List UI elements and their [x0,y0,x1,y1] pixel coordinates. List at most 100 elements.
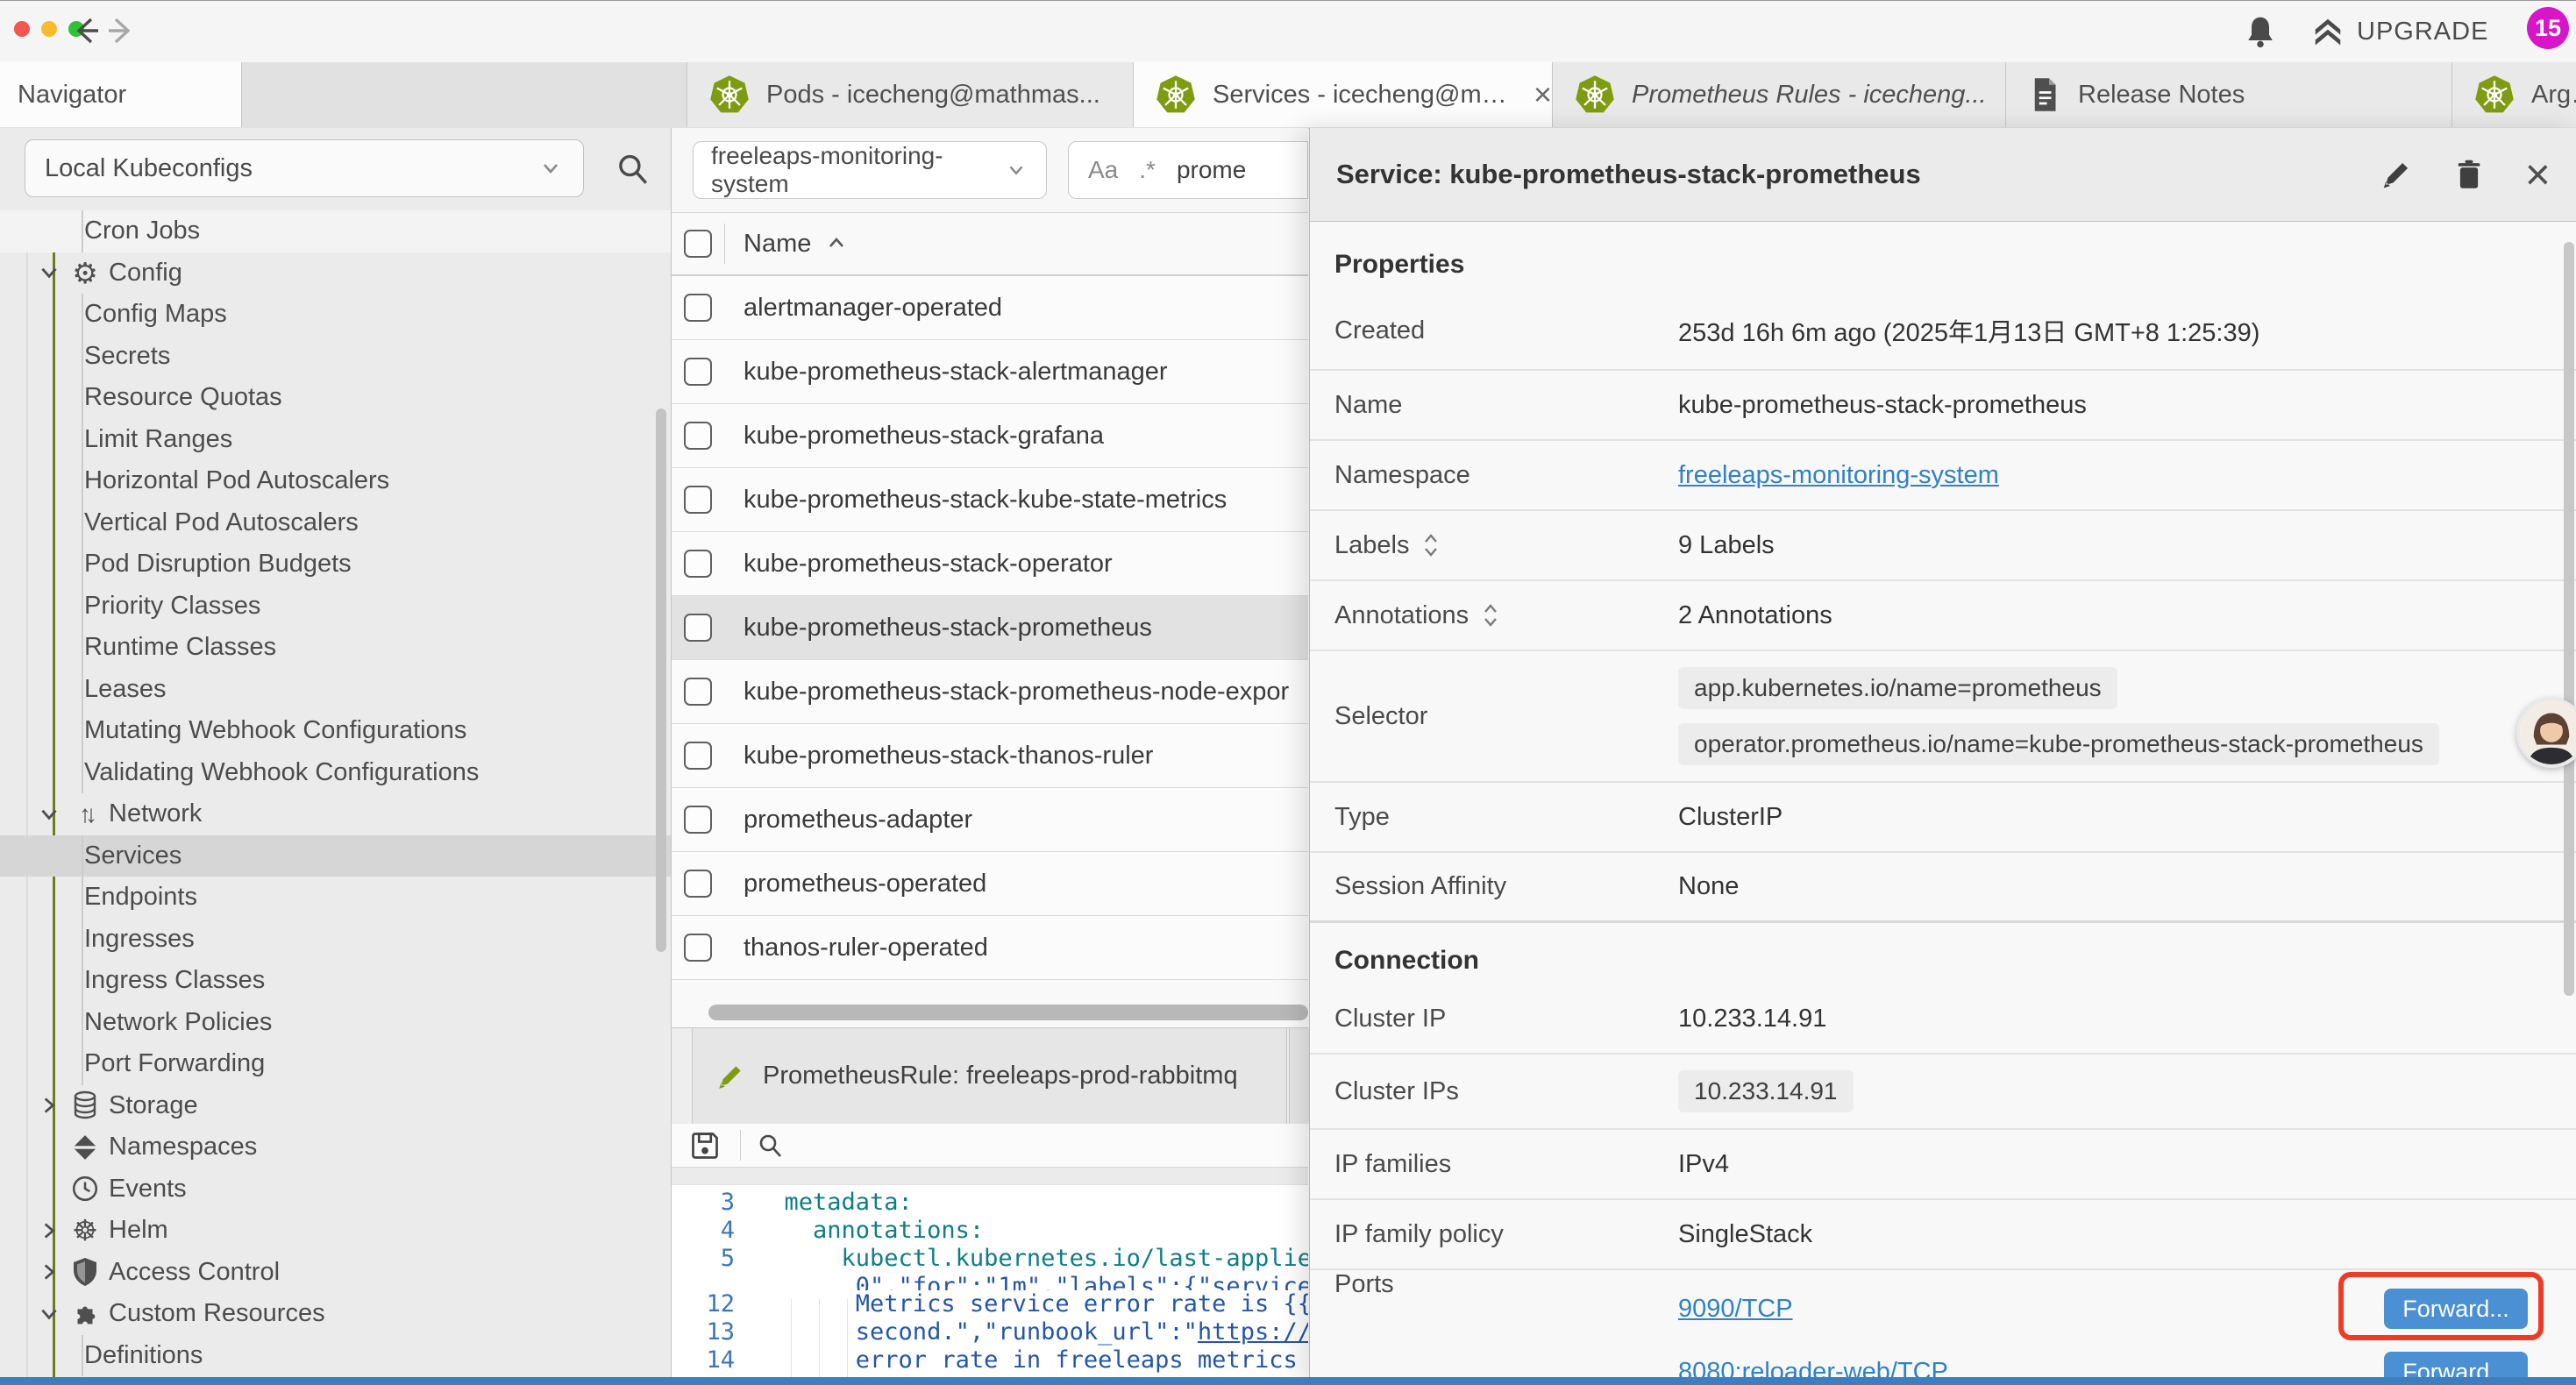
sidebar-item-limit-ranges[interactable]: Limit Ranges [0,419,671,461]
sidebar-item-helm[interactable]: ☸Helm [0,1210,671,1252]
row-checkbox[interactable] [684,422,712,450]
row-value-link[interactable]: freeleaps-monitoring-system [1678,461,1999,490]
chevron-down-icon[interactable] [37,260,61,285]
sidebar-item-events[interactable]: Events [0,1168,671,1211]
sidebar-item-endpoints[interactable]: Endpoints [0,877,671,919]
column-header-name[interactable]: Name [744,230,848,259]
sidebar-item-ingress-classes[interactable]: Ingress Classes [0,960,671,1002]
tab-services[interactable]: Services - icecheng@math... × [1133,62,1574,127]
regex-toggle[interactable]: .* [1139,156,1156,184]
search-icon[interactable] [614,151,651,188]
port-link[interactable]: 9090/TCP [1678,1295,1793,1324]
forward-button[interactable]: Forward... [2384,1289,2528,1329]
sidebar-item-services[interactable]: Services [0,835,671,877]
horizontal-scrollbar[interactable] [708,1005,1308,1020]
close-tab-icon[interactable]: × [1534,79,1552,110]
sidebar-item-storage[interactable]: Storage [0,1085,671,1127]
close-window-button[interactable] [14,21,30,37]
sidebar-item-network-policies[interactable]: Network Policies [0,1002,671,1044]
table-row[interactable]: kube-prometheus-stack-prometheus-node-ex… [672,660,1308,724]
table-row[interactable]: prometheus-adapter [672,788,1308,852]
back-arrow-icon[interactable] [68,13,103,48]
namespace-selector[interactable]: freeleaps-monitoring-system [693,141,1047,199]
tab-pods[interactable]: Pods - icecheng@mathmas... [687,62,1175,127]
tab-release-notes[interactable]: Release Notes [2005,62,2492,127]
notifications-bell-icon[interactable] [2243,14,2278,49]
tab-navigator[interactable]: Navigator [0,62,242,127]
navigator-tree: Cron Jobs⚙ConfigConfig MapsSecretsResour… [0,210,671,1385]
kubeconfig-selector[interactable]: Local Kubeconfigs [25,139,584,197]
sidebar-item-priority-classes[interactable]: Priority Classes [0,586,671,628]
sidebar-item-leases[interactable]: Leases [0,669,671,711]
close-panel-icon[interactable]: × [2525,153,2551,196]
sidebar-item-definitions[interactable]: Definitions [0,1335,671,1377]
sidebar-item-resource-quotas[interactable]: Resource Quotas [0,377,671,419]
forward-arrow-icon[interactable] [103,13,139,48]
sidebar-item-network[interactable]: ↑↓Network [0,793,671,835]
row-label: Cluster IPs [1334,1077,1678,1106]
table-row[interactable]: thanos-ruler-operated [672,916,1308,980]
chevron-down-icon[interactable] [37,802,61,827]
sidebar-item-config[interactable]: ⚙Config [0,252,671,295]
upgrade-button[interactable]: UPGRADE [2311,15,2488,48]
table-row[interactable]: alertmanager-operated [672,276,1308,340]
sidebar-item-access-control[interactable]: Access Control [0,1252,671,1294]
chevron-down-icon[interactable] [37,1302,61,1326]
chevron-right-icon[interactable] [37,1218,61,1243]
details-row-namespace: Namespacefreeleaps-monitoring-system [1310,441,2576,511]
chevron-right-icon[interactable] [37,1260,61,1284]
sidebar-scrollbar[interactable] [656,408,666,952]
row-checkbox[interactable] [684,934,712,962]
row-checkbox[interactable] [684,678,712,706]
details-scrollbar[interactable] [2564,242,2574,996]
table-row[interactable]: kube-prometheus-stack-prometheus [672,596,1308,660]
row-checkbox[interactable] [684,358,712,386]
row-checkbox[interactable] [684,486,712,514]
table-row[interactable]: kube-prometheus-stack-grafana [672,404,1308,468]
editor-tab-next[interactable] [1289,1028,1309,1124]
delete-trash-icon[interactable] [2453,159,2485,190]
filter-input[interactable]: Aa .* prome [1068,141,1308,199]
tab-argo[interactable]: Argo Se [2451,62,2576,127]
line-number: 14 [672,1346,735,1374]
row-checkbox[interactable] [684,742,712,770]
sidebar-item-pod-disruption-budgets[interactable]: Pod Disruption Budgets [0,543,671,586]
table-row[interactable]: kube-prometheus-stack-operator [672,532,1308,596]
sort-updown-icon[interactable] [1481,602,1500,629]
table-row[interactable]: kube-prometheus-stack-alertmanager [672,340,1308,404]
row-checkbox[interactable] [684,294,712,322]
chevron-right-icon[interactable] [37,1093,61,1118]
sidebar-item-horizontal-pod-autoscalers[interactable]: Horizontal Pod Autoscalers [0,460,671,502]
edit-pencil-icon[interactable] [2380,158,2413,191]
sort-updown-icon[interactable] [1421,532,1441,558]
sidebar-item-ingresses[interactable]: Ingresses [0,919,671,961]
select-all-checkbox[interactable] [684,230,712,258]
sidebar-item-vertical-pod-autoscalers[interactable]: Vertical Pod Autoscalers [0,502,671,544]
sidebar-item-validating-webhook-configurations[interactable]: Validating Webhook Configurations [0,752,671,794]
line-code: Metrics service error rate is {{ $va [735,1290,1308,1318]
match-case-toggle[interactable]: Aa [1088,156,1118,184]
save-icon[interactable] [689,1130,721,1161]
sidebar-item-port-forwarding[interactable]: Port Forwarding [0,1043,671,1085]
sidebar-item-namespaces[interactable]: Namespaces [0,1126,671,1168]
sidebar-item-runtime-classes[interactable]: Runtime Classes [0,627,671,669]
tab-prometheus-rules[interactable]: Prometheus Rules - icecheng... [1552,62,2039,127]
row-checkbox[interactable] [684,806,712,834]
table-row[interactable]: kube-prometheus-stack-thanos-ruler [672,724,1308,788]
minimize-window-button[interactable] [41,21,57,37]
editor-search-icon[interactable] [756,1132,784,1160]
notification-count-badge[interactable]: 15 [2527,7,2569,49]
sidebar-item-config-maps[interactable]: Config Maps [0,294,671,336]
editor-tab-prometheusrule[interactable]: PrometheusRule: freeleaps-prod-rabbitmq [692,1028,1287,1124]
row-checkbox[interactable] [684,550,712,578]
table-row[interactable]: kube-prometheus-stack-kube-state-metrics [672,468,1308,532]
sidebar-item-secrets[interactable]: Secrets [0,336,671,378]
row-checkbox[interactable] [684,870,712,898]
tab-label: Release Notes [2078,81,2245,110]
row-checkbox[interactable] [684,614,712,642]
sidebar-item-custom-resources[interactable]: Custom Resources [0,1293,671,1335]
sidebar-item-cron-jobs[interactable]: Cron Jobs [0,210,671,252]
yaml-editor[interactable]: 3 metadata:4 annotations:5 kubectl.kuber… [672,1185,1308,1378]
sidebar-item-mutating-webhook-configurations[interactable]: Mutating Webhook Configurations [0,710,671,752]
table-row[interactable]: prometheus-operated [672,852,1308,916]
